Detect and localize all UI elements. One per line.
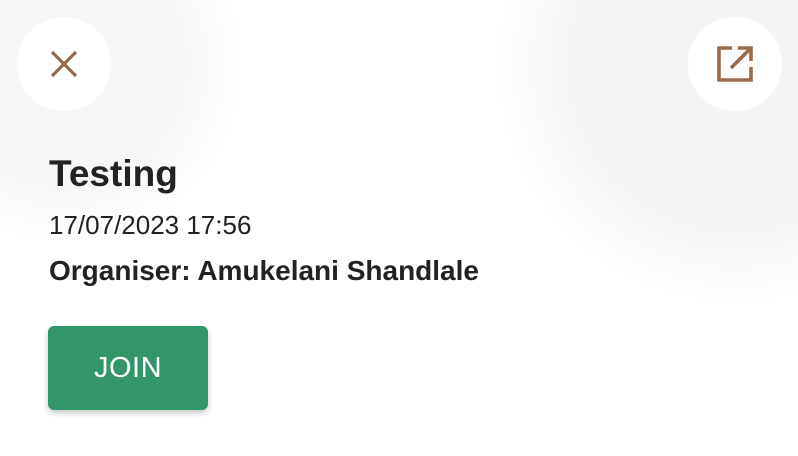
open-in-new-icon — [716, 45, 754, 83]
event-title: Testing — [49, 153, 178, 194]
join-button[interactable]: JOIN — [48, 326, 208, 410]
close-button[interactable] — [17, 17, 111, 111]
event-organiser: Organiser: Amukelani Shandlale — [49, 255, 479, 286]
close-icon — [49, 49, 79, 79]
open-external-button[interactable] — [688, 17, 782, 111]
event-datetime: 17/07/2023 17:56 — [49, 210, 252, 240]
event-card: Testing 17/07/2023 17:56 Organiser: Amuk… — [0, 0, 798, 456]
